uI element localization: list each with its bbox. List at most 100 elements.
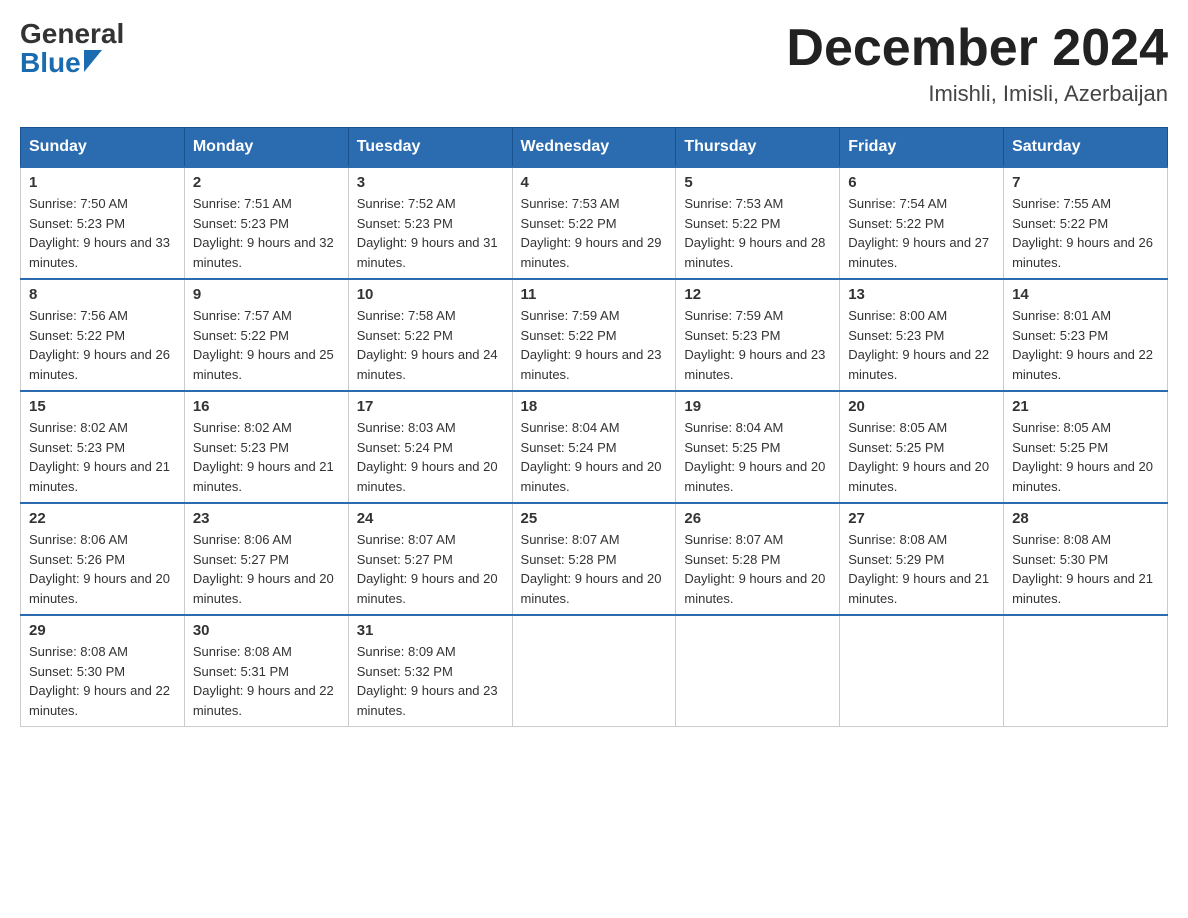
day-header-thursday: Thursday — [676, 128, 840, 168]
calendar-cell: 27 Sunrise: 8:08 AMSunset: 5:29 PMDaylig… — [840, 503, 1004, 615]
calendar-cell: 18 Sunrise: 8:04 AMSunset: 5:24 PMDaylig… — [512, 391, 676, 503]
calendar-cell: 5 Sunrise: 7:53 AMSunset: 5:22 PMDayligh… — [676, 167, 840, 279]
calendar-cell: 24 Sunrise: 8:07 AMSunset: 5:27 PMDaylig… — [348, 503, 512, 615]
calendar-cell: 4 Sunrise: 7:53 AMSunset: 5:22 PMDayligh… — [512, 167, 676, 279]
day-info: Sunrise: 7:58 AMSunset: 5:22 PMDaylight:… — [357, 306, 504, 384]
day-info: Sunrise: 7:54 AMSunset: 5:22 PMDaylight:… — [848, 194, 995, 272]
day-number: 24 — [357, 510, 504, 527]
calendar-week-row: 1 Sunrise: 7:50 AMSunset: 5:23 PMDayligh… — [21, 167, 1168, 279]
day-number: 19 — [684, 398, 831, 415]
day-info: Sunrise: 8:00 AMSunset: 5:23 PMDaylight:… — [848, 306, 995, 384]
page-header: General Blue December 2024 Imishli, Imis… — [20, 20, 1168, 107]
logo-text: General Blue — [20, 20, 124, 77]
calendar-cell: 7 Sunrise: 7:55 AMSunset: 5:22 PMDayligh… — [1004, 167, 1168, 279]
location-title: Imishli, Imisli, Azerbaijan — [786, 81, 1168, 107]
day-number: 6 — [848, 174, 995, 191]
day-info: Sunrise: 8:08 AMSunset: 5:29 PMDaylight:… — [848, 530, 995, 608]
day-header-tuesday: Tuesday — [348, 128, 512, 168]
day-header-saturday: Saturday — [1004, 128, 1168, 168]
day-info: Sunrise: 8:08 AMSunset: 5:31 PMDaylight:… — [193, 642, 340, 720]
day-number: 27 — [848, 510, 995, 527]
day-info: Sunrise: 8:02 AMSunset: 5:23 PMDaylight:… — [193, 418, 340, 496]
calendar-cell: 14 Sunrise: 8:01 AMSunset: 5:23 PMDaylig… — [1004, 279, 1168, 391]
day-info: Sunrise: 8:06 AMSunset: 5:26 PMDaylight:… — [29, 530, 176, 608]
day-number: 2 — [193, 174, 340, 191]
day-number: 5 — [684, 174, 831, 191]
calendar-cell — [1004, 615, 1168, 727]
calendar-cell: 9 Sunrise: 7:57 AMSunset: 5:22 PMDayligh… — [184, 279, 348, 391]
day-info: Sunrise: 8:07 AMSunset: 5:28 PMDaylight:… — [684, 530, 831, 608]
calendar-week-row: 15 Sunrise: 8:02 AMSunset: 5:23 PMDaylig… — [21, 391, 1168, 503]
day-info: Sunrise: 7:50 AMSunset: 5:23 PMDaylight:… — [29, 194, 176, 272]
day-info: Sunrise: 7:57 AMSunset: 5:22 PMDaylight:… — [193, 306, 340, 384]
calendar-cell: 26 Sunrise: 8:07 AMSunset: 5:28 PMDaylig… — [676, 503, 840, 615]
title-block: December 2024 Imishli, Imisli, Azerbaija… — [786, 20, 1168, 107]
calendar-cell — [676, 615, 840, 727]
day-info: Sunrise: 8:04 AMSunset: 5:24 PMDaylight:… — [521, 418, 668, 496]
logo: General Blue — [20, 20, 124, 77]
calendar-cell: 25 Sunrise: 8:07 AMSunset: 5:28 PMDaylig… — [512, 503, 676, 615]
calendar-cell: 6 Sunrise: 7:54 AMSunset: 5:22 PMDayligh… — [840, 167, 1004, 279]
day-number: 30 — [193, 622, 340, 639]
day-number: 10 — [357, 286, 504, 303]
calendar-cell: 15 Sunrise: 8:02 AMSunset: 5:23 PMDaylig… — [21, 391, 185, 503]
calendar-cell: 8 Sunrise: 7:56 AMSunset: 5:22 PMDayligh… — [21, 279, 185, 391]
day-header-sunday: Sunday — [21, 128, 185, 168]
calendar-cell: 2 Sunrise: 7:51 AMSunset: 5:23 PMDayligh… — [184, 167, 348, 279]
month-title: December 2024 — [786, 20, 1168, 77]
calendar-cell: 21 Sunrise: 8:05 AMSunset: 5:25 PMDaylig… — [1004, 391, 1168, 503]
day-number: 17 — [357, 398, 504, 415]
day-number: 11 — [521, 286, 668, 303]
logo-blue: Blue — [20, 49, 81, 77]
calendar-cell: 19 Sunrise: 8:04 AMSunset: 5:25 PMDaylig… — [676, 391, 840, 503]
day-number: 13 — [848, 286, 995, 303]
day-info: Sunrise: 7:56 AMSunset: 5:22 PMDaylight:… — [29, 306, 176, 384]
day-number: 12 — [684, 286, 831, 303]
day-info: Sunrise: 7:53 AMSunset: 5:22 PMDaylight:… — [684, 194, 831, 272]
calendar-week-row: 22 Sunrise: 8:06 AMSunset: 5:26 PMDaylig… — [21, 503, 1168, 615]
day-info: Sunrise: 8:06 AMSunset: 5:27 PMDaylight:… — [193, 530, 340, 608]
calendar-cell: 3 Sunrise: 7:52 AMSunset: 5:23 PMDayligh… — [348, 167, 512, 279]
day-info: Sunrise: 8:03 AMSunset: 5:24 PMDaylight:… — [357, 418, 504, 496]
calendar-cell: 28 Sunrise: 8:08 AMSunset: 5:30 PMDaylig… — [1004, 503, 1168, 615]
calendar-cell: 10 Sunrise: 7:58 AMSunset: 5:22 PMDaylig… — [348, 279, 512, 391]
day-number: 9 — [193, 286, 340, 303]
day-number: 4 — [521, 174, 668, 191]
calendar-cell: 22 Sunrise: 8:06 AMSunset: 5:26 PMDaylig… — [21, 503, 185, 615]
day-info: Sunrise: 8:05 AMSunset: 5:25 PMDaylight:… — [848, 418, 995, 496]
logo-triangle-icon — [84, 50, 102, 77]
day-number: 15 — [29, 398, 176, 415]
calendar-week-row: 29 Sunrise: 8:08 AMSunset: 5:30 PMDaylig… — [21, 615, 1168, 727]
day-header-monday: Monday — [184, 128, 348, 168]
day-number: 22 — [29, 510, 176, 527]
day-number: 1 — [29, 174, 176, 191]
calendar-cell: 1 Sunrise: 7:50 AMSunset: 5:23 PMDayligh… — [21, 167, 185, 279]
calendar-cell: 13 Sunrise: 8:00 AMSunset: 5:23 PMDaylig… — [840, 279, 1004, 391]
calendar-cell: 30 Sunrise: 8:08 AMSunset: 5:31 PMDaylig… — [184, 615, 348, 727]
day-number: 8 — [29, 286, 176, 303]
day-header-friday: Friday — [840, 128, 1004, 168]
day-number: 28 — [1012, 510, 1159, 527]
day-info: Sunrise: 8:07 AMSunset: 5:27 PMDaylight:… — [357, 530, 504, 608]
calendar-cell: 20 Sunrise: 8:05 AMSunset: 5:25 PMDaylig… — [840, 391, 1004, 503]
day-info: Sunrise: 7:59 AMSunset: 5:23 PMDaylight:… — [684, 306, 831, 384]
calendar-cell — [840, 615, 1004, 727]
day-number: 29 — [29, 622, 176, 639]
logo-general: General — [20, 20, 124, 48]
day-number: 26 — [684, 510, 831, 527]
day-info: Sunrise: 8:04 AMSunset: 5:25 PMDaylight:… — [684, 418, 831, 496]
day-number: 16 — [193, 398, 340, 415]
day-number: 3 — [357, 174, 504, 191]
day-info: Sunrise: 8:05 AMSunset: 5:25 PMDaylight:… — [1012, 418, 1159, 496]
day-number: 25 — [521, 510, 668, 527]
day-header-wednesday: Wednesday — [512, 128, 676, 168]
calendar-cell: 31 Sunrise: 8:09 AMSunset: 5:32 PMDaylig… — [348, 615, 512, 727]
day-info: Sunrise: 7:55 AMSunset: 5:22 PMDaylight:… — [1012, 194, 1159, 272]
calendar-cell: 29 Sunrise: 8:08 AMSunset: 5:30 PMDaylig… — [21, 615, 185, 727]
calendar-cell: 17 Sunrise: 8:03 AMSunset: 5:24 PMDaylig… — [348, 391, 512, 503]
day-number: 20 — [848, 398, 995, 415]
calendar-header-row: SundayMondayTuesdayWednesdayThursdayFrid… — [21, 128, 1168, 168]
day-info: Sunrise: 7:52 AMSunset: 5:23 PMDaylight:… — [357, 194, 504, 272]
day-info: Sunrise: 8:02 AMSunset: 5:23 PMDaylight:… — [29, 418, 176, 496]
calendar-week-row: 8 Sunrise: 7:56 AMSunset: 5:22 PMDayligh… — [21, 279, 1168, 391]
